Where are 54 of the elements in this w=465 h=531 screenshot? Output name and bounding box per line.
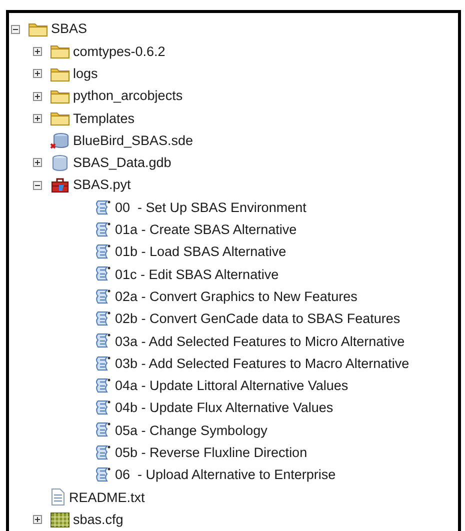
database-icon	[50, 154, 70, 172]
script-icon	[94, 332, 112, 350]
toolbox-icon	[50, 176, 70, 194]
tree-item-label[interactable]: 05b - Reverse Fluxline Direction	[115, 446, 308, 460]
collapse-icon[interactable]	[11, 24, 20, 34]
tree-item-label[interactable]: 06 - Upload Alternative to Enterprise	[115, 468, 336, 482]
tree-item-label[interactable]: 00 - Set Up SBAS Environment	[115, 200, 306, 214]
script-icon	[94, 310, 112, 328]
tree-item-label[interactable]: 04a - Update Littoral Alternative Values	[115, 379, 348, 393]
grid-file-icon	[50, 510, 70, 529]
tree-item-label[interactable]: 03a - Add Selected Features to Micro Alternative	[115, 334, 405, 348]
expand-icon[interactable]	[33, 515, 42, 524]
tree-item-label[interactable]: SBAS_Data.gdb	[73, 156, 172, 170]
script-icon	[94, 466, 112, 484]
folder-icon	[28, 21, 48, 38]
folder-icon	[50, 110, 70, 126]
tree-item-label[interactable]: 03b - Add Selected Features to Macro Alternative	[115, 356, 410, 370]
expand-icon[interactable]	[33, 69, 42, 78]
script-icon	[94, 265, 112, 284]
tree-item-label[interactable]: sbas.cfg	[73, 512, 124, 526]
database-connection-icon	[50, 132, 70, 150]
expand-icon[interactable]	[33, 158, 42, 168]
tree-item-label[interactable]: comtypes-0.6.2	[73, 44, 166, 58]
tree-item-label[interactable]: 01c - Edit SBAS Alternative	[115, 268, 279, 282]
tree-item-label[interactable]: SBAS.pyt	[73, 178, 131, 192]
tree-item-label[interactable]: 04b - Update Flux Alternative Values	[115, 401, 334, 415]
folder-icon	[50, 43, 70, 60]
tree-item-label[interactable]: README.txt	[69, 490, 145, 504]
script-icon	[94, 354, 112, 373]
script-icon	[94, 220, 112, 239]
folder-icon	[50, 88, 70, 104]
expand-icon[interactable]	[33, 92, 42, 101]
script-icon	[94, 288, 112, 306]
tree-item-label[interactable]: 02b - Convert GenCade data to SBAS Features	[115, 312, 400, 326]
tree-item-label[interactable]: Templates	[73, 112, 135, 126]
expand-icon[interactable]	[33, 46, 42, 56]
tree-item-label[interactable]: logs	[73, 66, 98, 80]
folder-icon	[50, 66, 70, 82]
tree-item-label[interactable]: 05a - Change Symbology	[115, 424, 268, 438]
script-icon	[94, 198, 112, 217]
tree-item-label[interactable]: 01b - Load SBAS Alternative	[115, 245, 286, 259]
collapse-icon[interactable]	[33, 180, 42, 190]
tree-item-label[interactable]: python_arcobjects	[73, 89, 183, 103]
script-icon	[94, 444, 112, 462]
tree-item-label[interactable]: BlueBird_SBAS.sde	[73, 134, 194, 148]
script-icon	[94, 399, 112, 418]
expand-icon[interactable]	[33, 114, 42, 123]
document-icon	[50, 488, 66, 506]
script-icon	[94, 421, 112, 440]
tree-item-label[interactable]: 02a - Convert Graphics to New Features	[115, 290, 358, 304]
tree-item-label[interactable]: 01a - Create SBAS Alternative	[115, 223, 297, 237]
script-icon	[94, 376, 112, 395]
script-icon	[94, 243, 112, 262]
tree-item-label[interactable]: SBAS	[51, 22, 88, 36]
